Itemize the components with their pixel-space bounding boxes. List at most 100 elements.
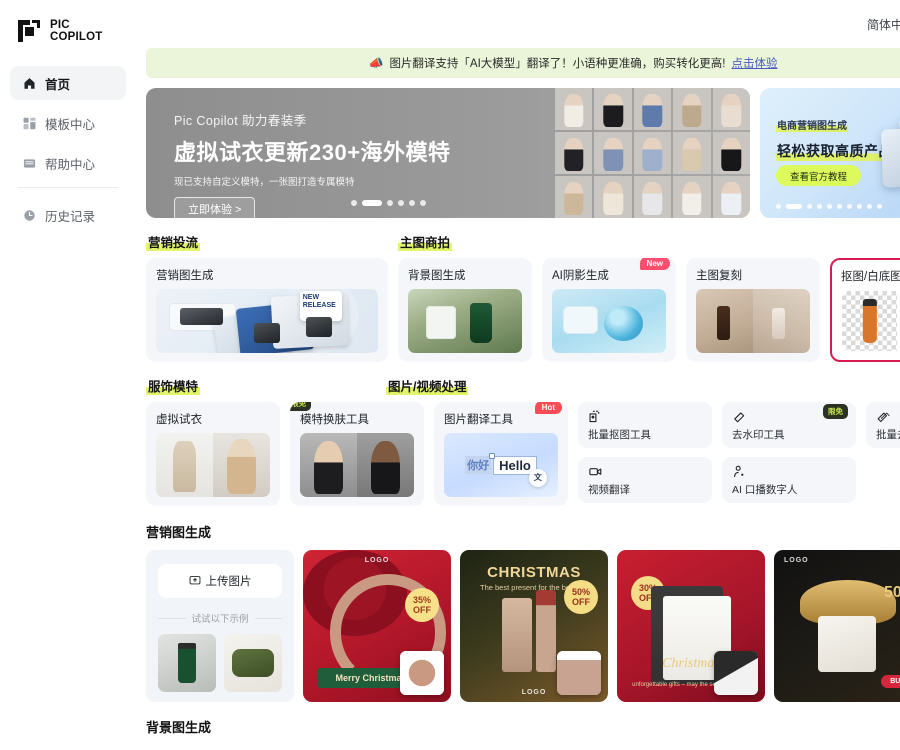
- category-image-video: 图片/视频处理 限免 模特换肤工具 Hot 图片翻译工具 你好 Hello 文 …: [290, 376, 900, 506]
- sidebar-item-templates[interactable]: 模板中心: [10, 106, 126, 140]
- badge-limited-free: 限免: [823, 404, 848, 419]
- tool-card-thumbnail: [156, 433, 270, 497]
- announcement-text: 图片翻译支持「AI大模型」翻译了！小语种更准确，购买转化更高!: [389, 58, 726, 70]
- sidebar-item-history[interactable]: 历史记录: [10, 198, 126, 232]
- gallery-item-headphones[interactable]: LOGO 35% OFF Merry Christmas: [303, 550, 451, 702]
- tool-card-placeholder: [866, 457, 900, 503]
- side-banner-artwork: [856, 104, 900, 204]
- simple-tool-grid: 批量抠图工具 限免 去水印工具 批量 视频翻译 AI 口播数字人: [578, 402, 900, 506]
- gallery-upload-card[interactable]: 上传图片 试试以下示例: [146, 550, 294, 702]
- banner-carousel-row: Pic Copilot 助力春装季 虚拟试衣更新230+海外模特 现已支持自定义…: [146, 88, 900, 218]
- carousel-dot-active[interactable]: [786, 204, 802, 209]
- language-selector[interactable]: 简体中文: [867, 16, 900, 33]
- carousel-dot[interactable]: [398, 200, 404, 206]
- gallery-item-ereader[interactable]: 30% OFF Christmas unforgettable gifts – m…: [617, 550, 765, 702]
- gallery-item-christmas-lipstick[interactable]: CHRISTMAS The best present for the best …: [460, 550, 608, 702]
- badge-new: New: [639, 258, 670, 270]
- upload-icon: [189, 574, 201, 589]
- carousel-dot[interactable]: [807, 204, 812, 209]
- main-banner[interactable]: Pic Copilot 助力春装季 虚拟试衣更新230+海外模特 现已支持自定义…: [146, 88, 750, 218]
- carousel-dot[interactable]: [817, 204, 822, 209]
- tool-card-image-translate[interactable]: Hot 图片翻译工具 你好 Hello 文: [434, 402, 568, 506]
- announcement-link[interactable]: 点击体验: [732, 55, 778, 71]
- tool-card-thumbnail: [842, 291, 900, 351]
- clock-icon: [22, 208, 36, 222]
- tool-card-ai-shadow[interactable]: New AI阴影生成: [542, 258, 676, 362]
- sample-images: [158, 634, 282, 692]
- tool-card-marketing-image[interactable]: 营销图生成 NEW RELEASE: [146, 258, 388, 362]
- simple-tool-row: 批量抠图工具 限免 去水印工具 批量: [578, 402, 900, 448]
- carousel-dot[interactable]: [847, 204, 852, 209]
- sidebar-item-home[interactable]: 首页: [10, 66, 126, 100]
- top-bar: 简体中文 登录: [136, 0, 900, 48]
- carousel-dot[interactable]: [867, 204, 872, 209]
- side-banner-dots[interactable]: [776, 204, 882, 209]
- bottom-section-title: 背景图生成: [146, 720, 212, 735]
- brand-logo[interactable]: PIC COPILOT: [0, 14, 136, 44]
- tool-card-cutout-white-background[interactable]: 抠图/白底图: [830, 258, 900, 362]
- lipstick-box: [502, 598, 532, 672]
- carousel-dot[interactable]: [409, 200, 415, 206]
- sample-image-perfume[interactable]: [158, 634, 216, 692]
- category-cards: 限免 模特换肤工具 Hot 图片翻译工具 你好 Hello 文 批量抠图工具 限…: [290, 402, 900, 506]
- tool-card-label: 批量抠图工具: [588, 429, 651, 441]
- category-apparel-model: 服饰模特 虚拟试衣: [146, 376, 280, 506]
- tool-card-virtual-tryon[interactable]: 虚拟试衣: [146, 402, 280, 506]
- camera-object: [253, 322, 280, 343]
- discount-badge: 35% OFF: [405, 588, 439, 622]
- carousel-dot-active[interactable]: [362, 200, 382, 206]
- thumbnail-image: [557, 651, 601, 695]
- tool-card-remove-watermark[interactable]: 限免 去水印工具: [722, 402, 856, 448]
- gallery-logo: LOGO: [521, 689, 547, 696]
- tool-card-thumbnail: [696, 289, 810, 353]
- book-icon: [22, 156, 36, 170]
- tool-card-ai-digital-human[interactable]: AI 口播数字人: [722, 457, 856, 503]
- tool-card-batch-remove-watermark[interactable]: 批量去水印工具: [866, 402, 900, 448]
- tool-card-video-translate[interactable]: 视频翻译: [578, 457, 712, 503]
- model-thumb: [712, 88, 750, 130]
- carousel-dot[interactable]: [351, 200, 357, 206]
- transparent-bg-half: [842, 291, 897, 351]
- model-thumb: [594, 88, 632, 130]
- tool-card-label: 抠图/白底图: [841, 271, 900, 283]
- tool-card-thumbnail: [300, 433, 414, 497]
- pic-copilot-logo-icon: [16, 18, 42, 44]
- category-title: 服饰模特: [146, 376, 201, 395]
- main-area: 简体中文 登录 📣 图片翻译支持「AI大模型」翻译了！小语种更准确，购买转化更高…: [136, 0, 900, 750]
- tool-card-background-generation[interactable]: 背景图生成: [398, 258, 532, 362]
- buy-button[interactable]: BUY: [881, 675, 900, 688]
- carousel-dot[interactable]: [877, 204, 882, 209]
- announcement-banner[interactable]: 📣 图片翻译支持「AI大模型」翻译了！小语种更准确，购买转化更高! 点击体验: [146, 48, 900, 78]
- main-banner-cta[interactable]: 立即体验 >: [174, 197, 256, 218]
- side-banner-cta[interactable]: 查看官方教程: [776, 165, 862, 186]
- category-cards: 营销图生成 NEW RELEASE: [146, 258, 388, 362]
- tool-card-batch-cutout[interactable]: 批量抠图工具: [578, 402, 712, 448]
- main-banner-dots[interactable]: [351, 200, 426, 206]
- model-thumb: [633, 88, 672, 130]
- image-left-half: [696, 289, 753, 353]
- carousel-dot[interactable]: [837, 204, 842, 209]
- carousel-dot[interactable]: [857, 204, 862, 209]
- side-banner[interactable]: 电商营销图生成 轻松获取高质产品图片 查看官方教程: [760, 88, 900, 218]
- carousel-dot[interactable]: [387, 200, 393, 206]
- main-banner-desc: 现已支持自定义模特，一张图打造专属模特: [174, 177, 355, 188]
- camera-object: [305, 316, 332, 337]
- sidebar-divider: [18, 187, 118, 188]
- sidebar-nav: 首页 模板中心 帮助中心 历史记录: [0, 66, 136, 232]
- gallery-item-perfume-blackfriday[interactable]: LOGO 50% BUY: [774, 550, 900, 702]
- upload-image-button[interactable]: 上传图片: [158, 564, 282, 598]
- tool-card-thumbnail: 你好 Hello 文: [444, 433, 558, 497]
- carousel-dot[interactable]: [827, 204, 832, 209]
- sample-image-chair[interactable]: [224, 634, 282, 692]
- product-card: [881, 126, 900, 188]
- face-before: [300, 433, 357, 497]
- carousel-dot[interactable]: [776, 204, 781, 209]
- green-bottle-image: [408, 289, 522, 353]
- sidebar: PIC COPILOT 首页 模板中心 帮助中心 历史记录: [0, 0, 136, 750]
- sidebar-item-help[interactable]: 帮助中心: [10, 146, 126, 180]
- carousel-dot[interactable]: [420, 200, 426, 206]
- tool-card-main-image-replica[interactable]: 主图复刻: [686, 258, 820, 362]
- thumbnail-popover: [400, 651, 444, 695]
- tool-card-model-skin-swap[interactable]: 限免 模特换肤工具: [290, 402, 424, 506]
- tool-card-label: AI 口播数字人: [732, 484, 798, 496]
